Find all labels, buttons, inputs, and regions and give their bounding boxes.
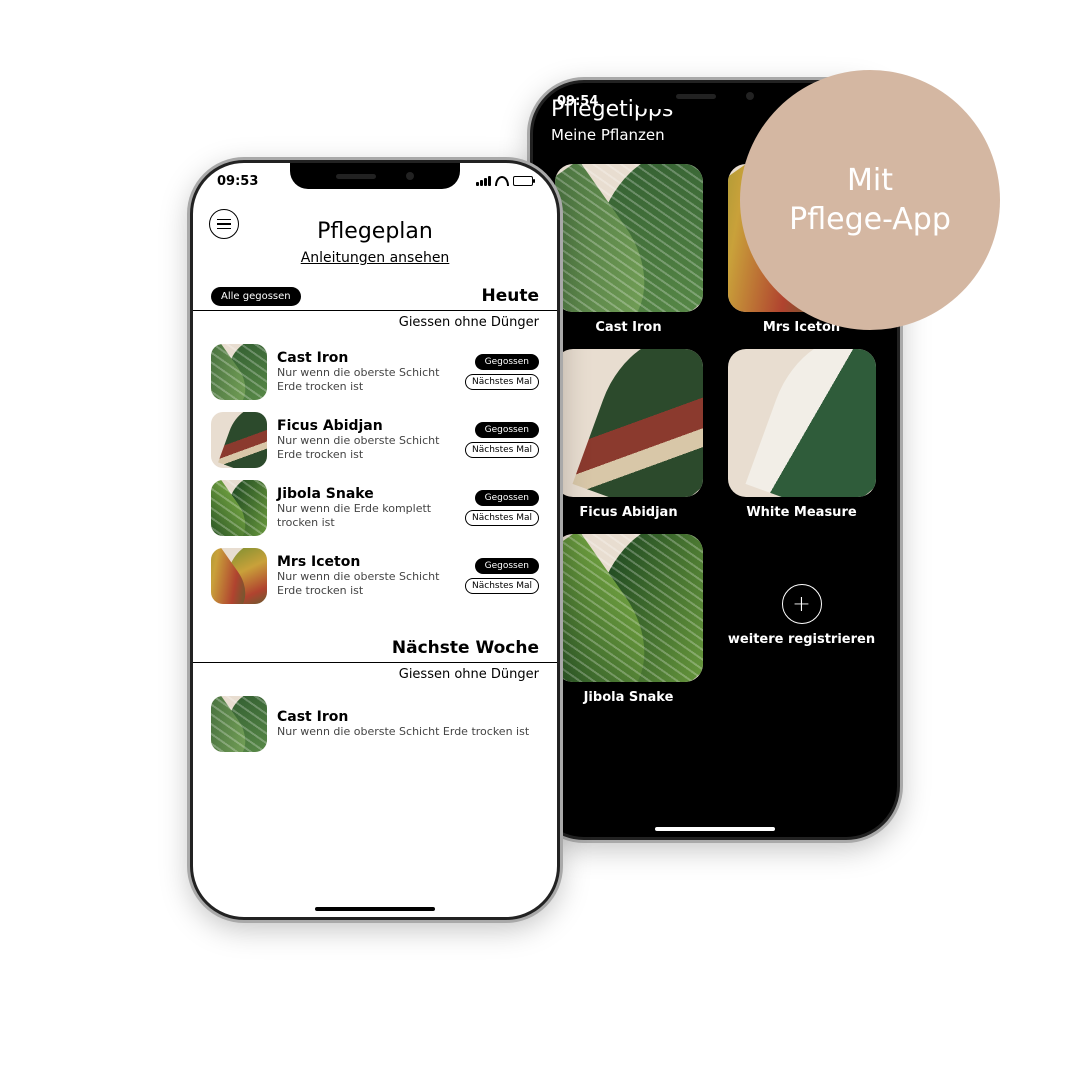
watered-button[interactable]: Gegossen	[475, 558, 539, 574]
plant-desc: Nur wenn die oberste Schicht Erde trocke…	[277, 570, 455, 598]
plant-name: Ficus Abidjan	[277, 418, 455, 434]
plant-thumbnail	[211, 480, 267, 536]
status-time: 09:53	[217, 174, 258, 189]
home-indicator	[655, 827, 775, 831]
plant-row-ficus-abidjan[interactable]: Ficus Abidjan Nur wenn die oberste Schic…	[193, 406, 557, 474]
watered-button[interactable]: Gegossen	[475, 354, 539, 370]
plant-thumbnail	[555, 534, 703, 682]
plant-label: White Measure	[746, 505, 856, 520]
plant-card-jibola-snake[interactable]: Jibola Snake	[551, 534, 706, 705]
battery-icon	[513, 176, 533, 186]
plant-row-jibola-snake[interactable]: Jibola Snake Nur wenn die Erde komplett …	[193, 474, 557, 542]
skip-button[interactable]: Nächstes Mal	[465, 578, 539, 594]
plant-desc: Nur wenn die oberste Schicht Erde trocke…	[277, 434, 455, 462]
phone-notch	[290, 163, 460, 189]
plant-card-ficus-abidjan[interactable]: Ficus Abidjan	[551, 349, 706, 520]
status-time: 09:54	[557, 94, 598, 109]
plus-icon: +	[782, 584, 822, 624]
skip-button[interactable]: Nächstes Mal	[465, 442, 539, 458]
plant-name: Jibola Snake	[277, 486, 455, 502]
home-indicator	[315, 907, 435, 911]
plant-thumbnail	[211, 412, 267, 468]
phone-front: 09:53 Pflegeplan Anleitungen ansehen All…	[190, 160, 560, 920]
watered-button[interactable]: Gegossen	[475, 422, 539, 438]
plant-name: Cast Iron	[277, 709, 539, 725]
signal-icon	[476, 176, 491, 186]
plant-thumbnail	[728, 349, 876, 497]
promo-badge: Mit Pflege-App	[740, 70, 1000, 330]
phone-notch	[630, 83, 800, 109]
plant-thumbnail	[555, 164, 703, 312]
status-icons	[476, 176, 533, 186]
plant-row-cast-iron-next[interactable]: Cast Iron Nur wenn die oberste Schicht E…	[193, 690, 557, 758]
plant-thumbnail	[555, 349, 703, 497]
add-plant-label: weitere registrieren	[728, 632, 875, 647]
instructions-link[interactable]: Anleitungen ansehen	[193, 250, 557, 266]
all-watered-pill[interactable]: Alle gegossen	[211, 287, 301, 306]
badge-line2: Pflege-App	[789, 202, 951, 237]
section-header-next-week: Nächste Woche	[193, 638, 557, 663]
section-title: Nächste Woche	[392, 638, 539, 658]
section-subtitle: Giessen ohne Dünger	[193, 311, 557, 338]
section-header-heute: Alle gegossen Heute	[193, 286, 557, 311]
plant-card-white-measure[interactable]: White Measure	[724, 349, 879, 520]
page-title: Pflegeplan	[193, 219, 557, 244]
add-plant-card[interactable]: + weitere registrieren	[724, 534, 879, 705]
badge-line1: Mit	[847, 163, 893, 198]
plant-row-mrs-iceton[interactable]: Mrs Iceton Nur wenn die oberste Schicht …	[193, 542, 557, 610]
plant-label: Cast Iron	[595, 320, 661, 335]
plant-desc: Nur wenn die oberste Schicht Erde trocke…	[277, 725, 539, 739]
plant-desc: Nur wenn die oberste Schicht Erde trocke…	[277, 366, 455, 394]
plant-label: Ficus Abidjan	[579, 505, 677, 520]
plant-desc: Nur wenn die Erde komplett trocken ist	[277, 502, 455, 530]
plant-label: Jibola Snake	[584, 690, 674, 705]
plant-name: Cast Iron	[277, 350, 455, 366]
plant-thumbnail	[211, 344, 267, 400]
wifi-icon	[495, 176, 509, 186]
plant-name: Mrs Iceton	[277, 554, 455, 570]
plant-thumbnail	[211, 548, 267, 604]
plant-card-cast-iron[interactable]: Cast Iron	[551, 164, 706, 335]
watered-button[interactable]: Gegossen	[475, 490, 539, 506]
section-title: Heute	[481, 286, 539, 306]
plant-thumbnail	[211, 696, 267, 752]
plant-row-cast-iron[interactable]: Cast Iron Nur wenn die oberste Schicht E…	[193, 338, 557, 406]
skip-button[interactable]: Nächstes Mal	[465, 510, 539, 526]
section-subtitle: Giessen ohne Dünger	[193, 663, 557, 690]
skip-button[interactable]: Nächstes Mal	[465, 374, 539, 390]
